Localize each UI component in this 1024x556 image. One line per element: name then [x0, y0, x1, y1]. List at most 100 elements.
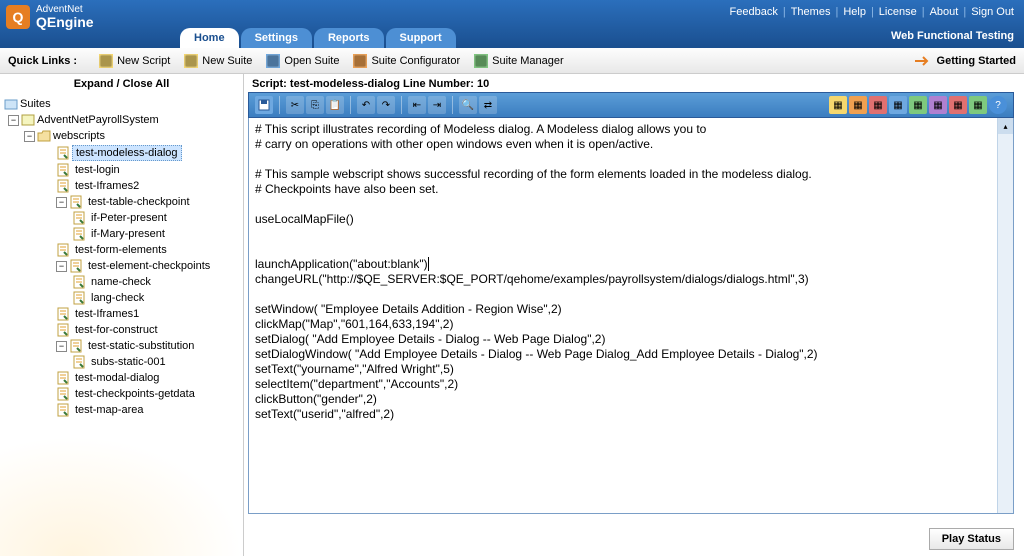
script-icon: [72, 227, 86, 241]
toolbar-new-suite[interactable]: New Suite: [184, 54, 252, 68]
tree-label: if-Mary-present: [88, 227, 168, 241]
tab-reports[interactable]: Reports: [314, 28, 384, 48]
toolbar-icon: [184, 54, 198, 68]
toolbar-new-script[interactable]: New Script: [99, 54, 170, 68]
script-icon: [72, 211, 86, 225]
tree-folder[interactable]: − webscripts: [4, 128, 239, 144]
indent-icon[interactable]: ⇥: [428, 96, 446, 114]
collapse-icon[interactable]: −: [24, 131, 35, 142]
collapse-icon[interactable]: −: [56, 197, 67, 208]
play-status-button[interactable]: Play Status: [929, 528, 1014, 550]
tree-item-test-modal-dialog[interactable]: test-modal-dialog: [4, 370, 239, 386]
logo-icon: Q: [6, 5, 30, 29]
script-icon: [56, 179, 70, 193]
action5-icon[interactable]: ▦: [909, 96, 927, 114]
top-link-about[interactable]: About: [930, 6, 959, 18]
tree-item-test-map-area[interactable]: test-map-area: [4, 402, 239, 418]
tree-item-if-Mary-present[interactable]: if-Mary-present: [4, 226, 239, 242]
tree-item-if-Peter-present[interactable]: if-Peter-present: [4, 210, 239, 226]
cut-icon[interactable]: ✂: [286, 96, 304, 114]
script-icon: [72, 355, 86, 369]
toolbar-icon: [474, 54, 488, 68]
script-editor[interactable]: # This script illustrates recording of M…: [248, 118, 1014, 514]
script-icon: [69, 195, 83, 209]
tree-item-name-check[interactable]: name-check: [4, 274, 239, 290]
script-title: Script: test-modeless-dialog Line Number…: [248, 76, 1014, 92]
tree-item-test-login[interactable]: test-login: [4, 162, 239, 178]
toolbar-icon: [266, 54, 280, 68]
collapse-icon[interactable]: −: [8, 115, 19, 126]
paste-icon[interactable]: 📋: [326, 96, 344, 114]
tree-label: test-form-elements: [72, 243, 170, 257]
script-icon: [56, 146, 70, 160]
scroll-up-icon[interactable]: ▴: [998, 118, 1013, 134]
help-icon[interactable]: ?: [989, 96, 1007, 114]
tab-home[interactable]: Home: [180, 28, 239, 48]
action1-icon[interactable]: ▦: [829, 96, 847, 114]
tree-item-lang-check[interactable]: lang-check: [4, 290, 239, 306]
collapse-icon[interactable]: −: [56, 341, 67, 352]
tree-label: name-check: [88, 275, 154, 289]
tree-item-test-form-elements[interactable]: test-form-elements: [4, 242, 239, 258]
top-link-themes[interactable]: Themes: [791, 6, 831, 18]
tree-label: lang-check: [88, 291, 147, 305]
toolbar-suite-manager[interactable]: Suite Manager: [474, 54, 564, 68]
expand-close-all[interactable]: Expand / Close All: [0, 74, 243, 94]
action6-icon[interactable]: ▦: [929, 96, 947, 114]
getting-started-label: Getting Started: [937, 55, 1016, 67]
script-icon: [56, 371, 70, 385]
find-icon[interactable]: 🔍: [459, 96, 477, 114]
tree-item-test-checkpoints-getdata[interactable]: test-checkpoints-getdata: [4, 386, 239, 402]
outdent-icon[interactable]: ⇤: [408, 96, 426, 114]
tree-label: test-table-checkpoint: [85, 195, 193, 209]
top-link-sign-out[interactable]: Sign Out: [971, 6, 1014, 18]
tree-item-test-for-construct[interactable]: test-for-construct: [4, 322, 239, 338]
script-icon: [56, 387, 70, 401]
top-link-license[interactable]: License: [879, 6, 917, 18]
toolbar-icon: [99, 54, 113, 68]
tree-item-subs-static-001[interactable]: subs-static-001: [4, 354, 239, 370]
action7-icon[interactable]: ▦: [949, 96, 967, 114]
action2-icon[interactable]: ▦: [849, 96, 867, 114]
tree-item-test-table-checkpoint[interactable]: − test-table-checkpoint: [4, 194, 239, 210]
logo-text: AdventNet QEngine: [36, 4, 94, 30]
save-icon[interactable]: [255, 96, 273, 114]
script-icon: [69, 259, 83, 273]
toolbar-open-suite[interactable]: Open Suite: [266, 54, 339, 68]
quick-links-label: Quick Links :: [8, 55, 77, 67]
tree-project[interactable]: − AdventNetPayrollSystem: [4, 112, 239, 128]
getting-started-link[interactable]: Getting Started: [913, 54, 1016, 68]
tree-root-suites[interactable]: Suites: [4, 96, 239, 112]
suites-icon: [4, 97, 18, 111]
script-icon: [69, 339, 83, 353]
tree-item-test-Iframes1[interactable]: test-Iframes1: [4, 306, 239, 322]
tab-settings[interactable]: Settings: [241, 28, 312, 48]
subtitle: Web Functional Testing: [891, 30, 1014, 42]
toolbar-suite-configurator[interactable]: Suite Configurator: [353, 54, 460, 68]
project-label: AdventNetPayrollSystem: [37, 114, 159, 126]
redo-icon[interactable]: ↷: [377, 96, 395, 114]
top-link-feedback[interactable]: Feedback: [730, 6, 778, 18]
action3-icon[interactable]: ▦: [869, 96, 887, 114]
tree-item-test-modeless-dialog[interactable]: test-modeless-dialog: [4, 144, 239, 162]
tree-item-test-Iframes2[interactable]: test-Iframes2: [4, 178, 239, 194]
action4-icon[interactable]: ▦: [889, 96, 907, 114]
sidebar: Expand / Close All Suites − AdventNetPay…: [0, 74, 244, 556]
tree-label: test-map-area: [72, 403, 146, 417]
action8-icon[interactable]: ▦: [969, 96, 987, 114]
suites-label: Suites: [20, 98, 51, 110]
tab-support[interactable]: Support: [386, 28, 456, 48]
nav-tabs: HomeSettingsReportsSupport: [180, 28, 456, 48]
logo: Q AdventNet QEngine: [6, 4, 94, 30]
copy-icon[interactable]: ⎘: [306, 96, 324, 114]
tree-item-test-element-checkpoints[interactable]: −test-element-checkpoints: [4, 258, 239, 274]
app-header: Q AdventNet QEngine Feedback|Themes|Help…: [0, 0, 1024, 48]
vertical-scrollbar[interactable]: ▴: [997, 118, 1013, 513]
tree-label: test-for-construct: [72, 323, 161, 337]
top-link-help[interactable]: Help: [843, 6, 866, 18]
collapse-icon[interactable]: −: [56, 261, 67, 272]
replace-icon[interactable]: ⇄: [479, 96, 497, 114]
undo-icon[interactable]: ↶: [357, 96, 375, 114]
tree-label: subs-static-001: [88, 355, 169, 369]
tree-item-test-static-substitution[interactable]: −test-static-substitution: [4, 338, 239, 354]
